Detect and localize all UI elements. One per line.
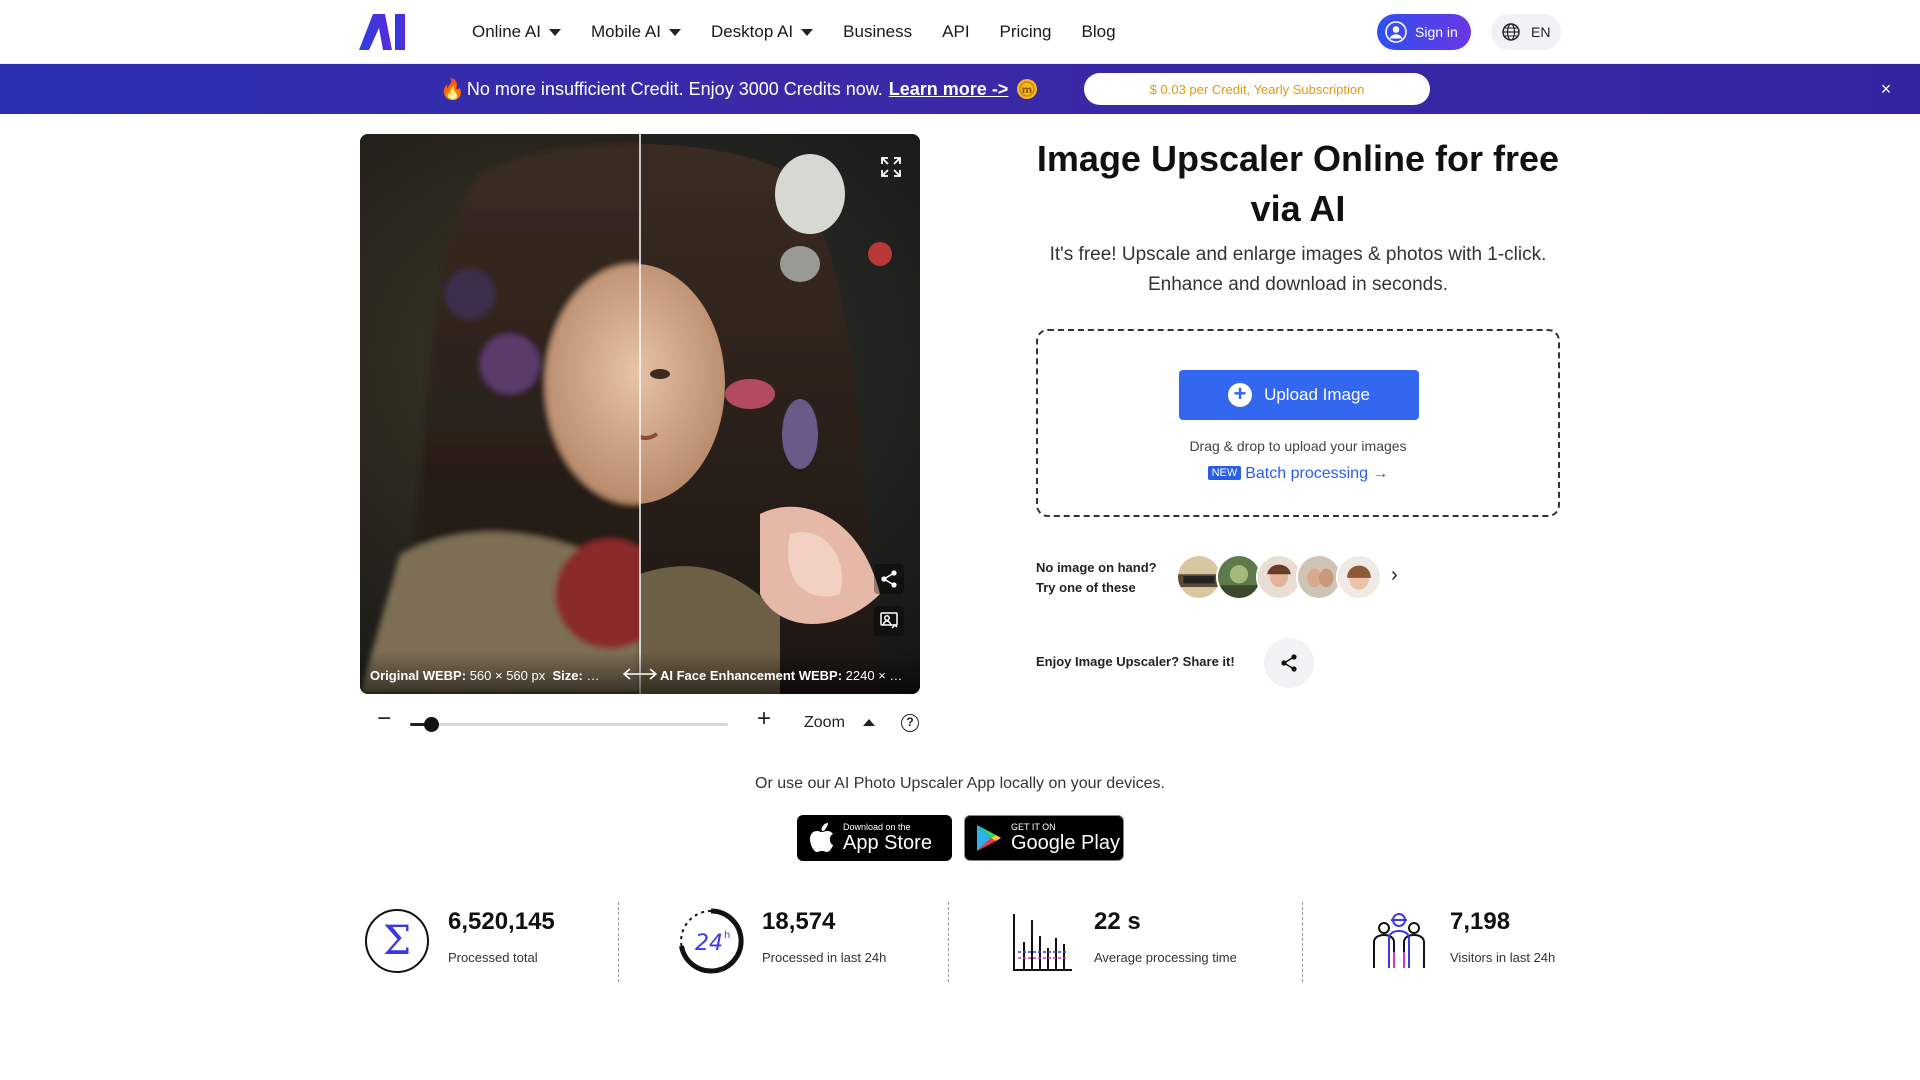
before-after-comparison[interactable]: Original WEBP: 560 × 560 px Size: … AI F… [360, 134, 920, 694]
share-prompt: Enjoy Image Upscaler? Share it! [1036, 654, 1235, 669]
nav-business[interactable]: Business [843, 22, 912, 42]
zoom-controls: − + Zoom ? [360, 704, 920, 744]
nav-blog[interactable]: Blog [1082, 22, 1116, 42]
coin-icon: m [1017, 79, 1038, 99]
page-title: Image Upscaler Online for free via AI [1036, 138, 1560, 229]
stat-divider [618, 902, 619, 982]
nav-pricing[interactable]: Pricing [1000, 22, 1052, 42]
site-header: Online AI Mobile AI Desktop AI Business … [0, 0, 1920, 64]
page-subtitle: It's free! Upscale and enlarge images & … [1049, 244, 1547, 295]
fire-icon: 🔥 [440, 78, 465, 101]
zoom-label[interactable]: Zoom [804, 714, 845, 732]
chevron-up-icon[interactable] [863, 719, 875, 726]
visitors-icon [1373, 913, 1425, 968]
new-badge: NEW [1207, 466, 1242, 480]
share-icon[interactable] [874, 564, 904, 594]
comparison-caption: Original WEBP: 560 × 560 px Size: … AI F… [360, 652, 920, 694]
google-play-icon [977, 825, 1001, 851]
nav-online-ai[interactable]: Online AI [472, 22, 561, 42]
chevron-down-icon [801, 28, 814, 36]
sample-images-row: No image on hand? Try one of these › [1036, 554, 1436, 602]
batch-processing-link[interactable]: NEW Batch processing → [1038, 465, 1558, 483]
sample-thumbnails [1176, 554, 1382, 602]
nav-mobile-ai[interactable]: Mobile AI [591, 22, 681, 42]
sigma-icon: Σ [365, 909, 429, 973]
bar-chart-icon [1013, 914, 1072, 971]
nav-api[interactable]: API [942, 22, 969, 42]
share-row: Enjoy Image Upscaler? Share it! [1036, 638, 1336, 688]
sample-prompt: No image on hand? Try one of these [1036, 560, 1157, 595]
google-play-button[interactable]: GET IT ON Google Play [964, 815, 1124, 861]
svg-text:m: m [1022, 85, 1032, 96]
promo-banner: 🔥 No more insufficient Credit. Enjoy 300… [0, 64, 1920, 114]
google-play-text: GET IT ON Google Play [1011, 822, 1120, 854]
promo-text: 🔥 No more insufficient Credit. Enjoy 300… [440, 64, 1038, 114]
user-icon [1385, 21, 1407, 43]
clock-24h-icon: 24 h [679, 908, 744, 974]
learn-more-link[interactable]: Learn more -> [889, 79, 1009, 100]
plus-icon: + [1228, 383, 1253, 407]
app-store-button[interactable]: Download on the App Store [797, 815, 952, 861]
app-store-text: Download on the App Store [843, 822, 932, 854]
main-nav: Online AI Mobile AI Desktop AI Business … [472, 0, 1146, 64]
sample-thumbnail[interactable] [1336, 554, 1382, 600]
drag-drop-hint: Drag & drop to upload your images [1189, 438, 1407, 454]
help-icon[interactable]: ? [901, 714, 919, 732]
stat-divider [948, 902, 949, 982]
comparison-divider-handle[interactable] [639, 134, 641, 694]
zoom-in-button[interactable]: + [752, 707, 776, 732]
svg-text:Σ: Σ [383, 918, 411, 964]
stat-divider [1302, 902, 1303, 982]
fullscreen-icon[interactable] [876, 152, 906, 182]
original-info: Original WEBP: 560 × 560 px Size: … [370, 668, 600, 683]
chevron-down-icon [668, 28, 681, 36]
enhanced-info: AI Face Enhancement WEBP: 2240 × … [660, 668, 903, 683]
zoom-out-button[interactable]: − [372, 707, 396, 732]
zoom-slider[interactable] [410, 717, 728, 732]
pricing-pill-button[interactable]: $ 0.03 per Credit, Yearly Subscription [1084, 73, 1430, 105]
apps-prompt: Or use our AI Photo Upscaler App locally… [755, 775, 1165, 792]
upload-image-button[interactable]: + Upload Image [1179, 370, 1419, 420]
apple-icon [810, 823, 833, 852]
close-icon[interactable]: × [1876, 79, 1896, 99]
logo-icon[interactable] [359, 14, 415, 50]
stats-bar: Σ 6,520,145 Processed total 24 h 18,574 P… [360, 900, 1560, 982]
chevron-right-icon[interactable]: › [1391, 564, 1398, 587]
zoom-slider-thumb[interactable] [424, 717, 439, 732]
svg-text:24: 24 [695, 931, 723, 956]
language-selector[interactable]: EN [1491, 14, 1561, 50]
share-icon [1281, 654, 1297, 672]
globe-icon [1502, 23, 1520, 41]
svg-text:h: h [724, 930, 730, 941]
nav-desktop-ai[interactable]: Desktop AI [711, 22, 814, 42]
swap-arrows-icon [622, 668, 658, 680]
share-button[interactable] [1264, 638, 1314, 688]
sign-in-button[interactable]: Sign in [1377, 14, 1471, 50]
upload-dropzone[interactable]: + Upload Image Drag & drop to upload you… [1036, 329, 1560, 517]
chevron-down-icon [549, 28, 561, 36]
face-enhance-icon[interactable] [874, 606, 904, 636]
